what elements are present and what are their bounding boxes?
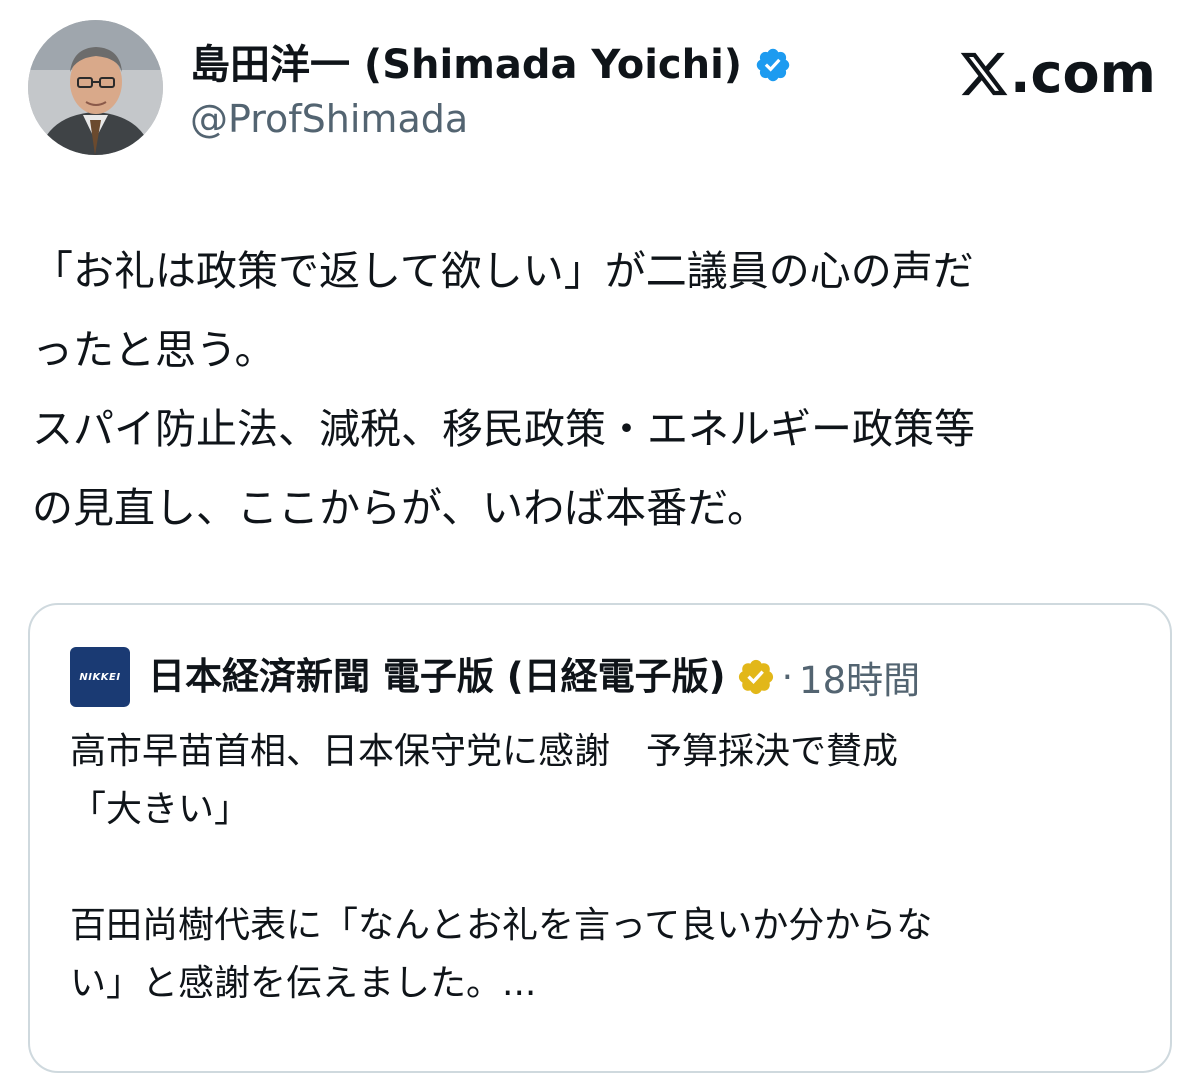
display-name-row[interactable]: 島田洋一 (Shimada Yoichi) <box>190 40 792 90</box>
brand-watermark: .com <box>958 44 1156 104</box>
user-handle[interactable]: @ProfShimada <box>190 96 468 142</box>
tweet-line: スパイ防止法、減税、移民政策・エネルギー政策等 <box>32 405 975 453</box>
display-name[interactable]: 島田洋一 (Shimada Yoichi) <box>190 40 742 90</box>
profile-photo-icon <box>28 20 163 155</box>
tweet-header: 島田洋一 (Shimada Yoichi) @ProfShimada .com <box>0 0 1200 180</box>
brand-domain: .com <box>1010 42 1156 105</box>
tweet-line: の見直し、ここからが、いわば本番だ。 <box>32 484 768 532</box>
nikkei-logo-text: NIKKEI <box>79 671 121 683</box>
quoted-timestamp[interactable]: 18時間 <box>799 650 920 704</box>
x-logo-icon <box>960 52 1008 96</box>
verified-badge-icon <box>756 48 790 82</box>
quoted-tweet-header: NIKKEI 日本経済新聞 電子版 (日経電子版) · 18時間 <box>70 647 920 707</box>
separator-dot: · <box>781 656 794 698</box>
quoted-line <box>70 839 1150 897</box>
quoted-tweet-card[interactable]: NIKKEI 日本経済新聞 電子版 (日経電子版) · 18時間 高市早苗首相、… <box>28 603 1172 1073</box>
quoted-line: 高市早苗首相、日本保守党に感謝 予算採決で賛成 <box>70 731 899 772</box>
quoted-tweet-body: 高市早苗首相、日本保守党に感謝 予算採決で賛成 「大きい」 百田尚樹代表に「なん… <box>70 723 1150 1013</box>
tweet-line: ったと思う。 <box>32 326 276 374</box>
nikkei-logo[interactable]: NIKKEI <box>70 647 130 707</box>
quoted-line: い」と感謝を伝えました。... <box>70 963 537 1004</box>
tweet-text: 「お礼は政策で返して欲しい」が二議員の心の声だ ったと思う。 スパイ防止法、減税… <box>32 232 1172 548</box>
gold-verified-badge-icon <box>738 659 773 695</box>
quoted-author-name[interactable]: 日本経済新聞 電子版 (日経電子版) <box>148 653 726 701</box>
tweet-line: 「お礼は政策で返して欲しい」が二議員の心の声だ <box>32 247 974 295</box>
quoted-line: 「大きい」 <box>70 789 251 830</box>
quoted-line: 百田尚樹代表に「なんとお礼を言って良いか分からな <box>70 905 933 946</box>
avatar[interactable] <box>28 20 163 155</box>
